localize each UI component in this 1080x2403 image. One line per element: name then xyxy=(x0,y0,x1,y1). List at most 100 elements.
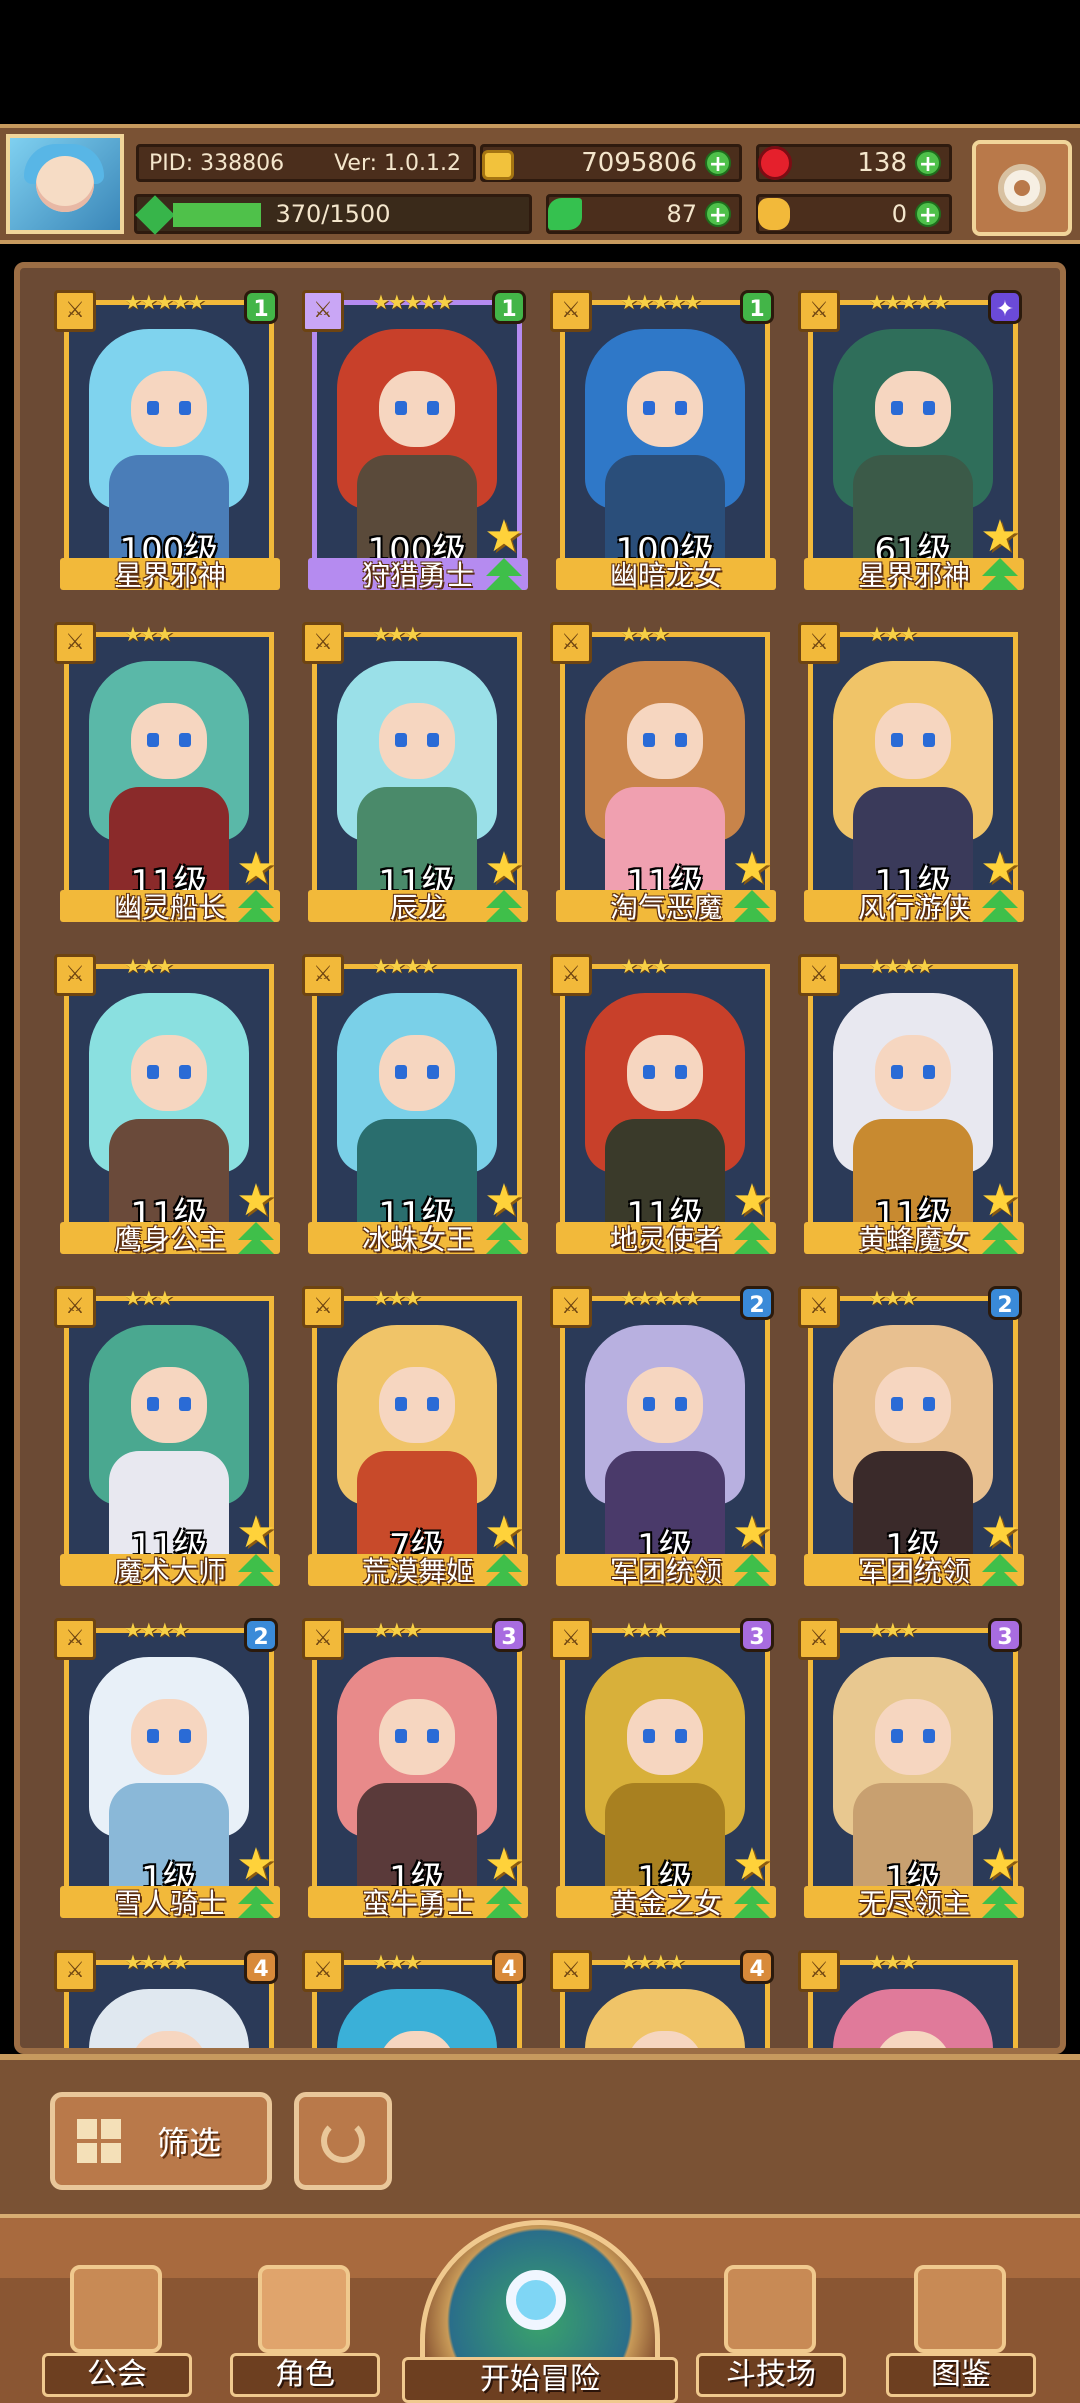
character-card[interactable]: 100级 ⚔ ★★★★★ 1 狩猎勇士 ★ xyxy=(302,290,528,596)
star-rating: ★★★★★ xyxy=(620,290,702,314)
player-id: PID: 338806 xyxy=(149,150,285,176)
character-card[interactable]: 1级 ⚔ ★★★★ 2 雪人骑士 ★ xyxy=(54,1618,280,1924)
star-rating: ★★★ xyxy=(124,622,174,646)
character-card[interactable]: ⚔ ★★★ 4 xyxy=(302,1950,528,2048)
rank-star-icon: ★ xyxy=(484,1839,524,1890)
portrait-eye xyxy=(395,1065,407,1079)
clover-amount: 87 xyxy=(666,200,697,228)
tier-badge: 2 xyxy=(244,1618,278,1652)
player-avatar[interactable] xyxy=(6,134,124,234)
portrait-face xyxy=(875,371,951,447)
star-rating: ★★★ xyxy=(620,622,670,646)
portrait-eye xyxy=(891,1729,903,1743)
add-potion-button[interactable]: + xyxy=(915,201,941,228)
character-card[interactable]: 7级 ⚔ ★★★ 荒漠舞姬 ★ xyxy=(302,1286,528,1592)
portrait-eye xyxy=(643,1397,655,1411)
character-card[interactable]: 11级 ⚔ ★★★ 魔术大师 ★ xyxy=(54,1286,280,1592)
portrait-face xyxy=(131,371,207,447)
upgrade-arrow-icon xyxy=(730,1886,774,1922)
weapon-type-icon: ⚔ xyxy=(798,1950,840,1992)
character-card[interactable]: 100级 ⚔ ★★★★★ 1 幽暗龙女 xyxy=(550,290,776,596)
portrait-eye xyxy=(395,1397,407,1411)
star-rating: ★★★ xyxy=(372,1618,422,1642)
nav-arena-label: 斗技场 xyxy=(696,2353,846,2397)
portrait-eye xyxy=(923,1729,935,1743)
refresh-icon xyxy=(321,2119,365,2163)
portrait-eye xyxy=(427,1729,439,1743)
character-card[interactable]: 11级 ⚔ ★★★ 鹰身公主 ★ xyxy=(54,954,280,1260)
rank-star-icon: ★ xyxy=(236,1839,276,1890)
weapon-type-icon: ⚔ xyxy=(798,290,840,332)
nav-adventure[interactable]: 开始冒险 xyxy=(402,2220,678,2403)
portrait-face xyxy=(627,1699,703,1775)
weapon-type-icon: ⚔ xyxy=(798,622,840,664)
portrait-eye xyxy=(675,401,687,415)
weapon-type-icon: ⚔ xyxy=(302,954,344,996)
portrait-eye xyxy=(147,1397,159,1411)
character-card[interactable]: 61级 ⚔ ★★★★★ ✦ 星界邪神 ★ xyxy=(798,290,1024,596)
settings-button[interactable] xyxy=(972,140,1072,236)
character-card[interactable]: ⚔ ★★★★ 4 xyxy=(54,1950,280,2048)
character-card[interactable]: 1级 ⚔ ★★★ 3 蛮牛勇士 ★ xyxy=(302,1618,528,1924)
portrait-face xyxy=(131,1035,207,1111)
tier-badge: 4 xyxy=(740,1950,774,1984)
nav-guild[interactable]: 公会 xyxy=(42,2237,192,2397)
portrait-eye xyxy=(147,401,159,415)
character-card[interactable]: 11级 ⚔ ★★★★ 黄蜂魔女 ★ xyxy=(798,954,1024,1260)
portrait-eye xyxy=(395,401,407,415)
portrait-face xyxy=(379,1699,455,1775)
refresh-button[interactable] xyxy=(294,2092,392,2190)
nav-character-label: 角色 xyxy=(230,2353,380,2397)
arena-icon xyxy=(724,2265,816,2353)
weapon-type-icon: ⚔ xyxy=(54,622,96,664)
character-card[interactable]: 1级 ⚔ ★★★★★ 2 军团统领 ★ xyxy=(550,1286,776,1592)
filter-button[interactable]: 筛选 xyxy=(50,2092,272,2190)
upgrade-arrow-icon xyxy=(482,558,526,594)
portrait-eye xyxy=(147,733,159,747)
xp-text: 370/1500 xyxy=(275,200,391,228)
nav-codex[interactable]: 图鉴 xyxy=(886,2237,1036,2397)
portrait-eye xyxy=(643,733,655,747)
character-card[interactable]: 11级 ⚔ ★★★★ 冰蛛女王 ★ xyxy=(302,954,528,1260)
star-rating: ★★★ xyxy=(868,1950,918,1974)
character-card[interactable]: 11级 ⚔ ★★★ 辰龙 ★ xyxy=(302,622,528,928)
character-card[interactable]: 11级 ⚔ ★★★ 淘气恶魔 ★ xyxy=(550,622,776,928)
add-clover-button[interactable]: + xyxy=(705,201,731,228)
character-portrait xyxy=(565,1965,765,2048)
star-rating: ★★★ xyxy=(372,622,422,646)
star-rating: ★★★ xyxy=(620,1618,670,1642)
portrait-eye xyxy=(643,401,655,415)
character-card[interactable]: ⚔ ★★★★ 4 xyxy=(550,1950,776,2048)
character-card[interactable]: 1级 ⚔ ★★★ 2 军团统领 ★ xyxy=(798,1286,1024,1592)
portrait-eye xyxy=(675,1065,687,1079)
portrait-eye xyxy=(923,1065,935,1079)
character-card[interactable]: 1级 ⚔ ★★★ 3 黄金之女 ★ xyxy=(550,1618,776,1924)
game-version: Ver: 1.0.1.2 xyxy=(334,150,461,176)
character-card[interactable]: 11级 ⚔ ★★★ 风行游侠 ★ xyxy=(798,622,1024,928)
character-list-panel[interactable]: 100级 ⚔ ★★★★★ 1 星界邪神 100级 ⚔ ★★★★★ 1 狩猎勇士 … xyxy=(14,262,1066,2054)
nav-character[interactable]: 角色 xyxy=(230,2237,380,2397)
portrait-eye xyxy=(923,1397,935,1411)
character-card[interactable]: 11级 ⚔ ★★★ 地灵使者 ★ xyxy=(550,954,776,1260)
character-card[interactable]: ⚔ ★★★ xyxy=(798,1950,1024,2048)
add-ruby-button[interactable]: + xyxy=(915,150,941,177)
portrait-eye xyxy=(923,733,935,747)
character-card[interactable]: 11级 ⚔ ★★★ 幽灵船长 ★ xyxy=(54,622,280,928)
weapon-type-icon: ⚔ xyxy=(550,290,592,332)
rank-star-icon: ★ xyxy=(980,843,1020,894)
nav-arena[interactable]: 斗技场 xyxy=(696,2237,846,2397)
rank-star-icon: ★ xyxy=(236,1175,276,1226)
star-rating: ★★★ xyxy=(372,1286,422,1310)
star-rating: ★★★★ xyxy=(372,954,438,978)
character-card[interactable]: 100级 ⚔ ★★★★★ 1 星界邪神 xyxy=(54,290,280,596)
portrait-eye xyxy=(427,401,439,415)
rank-star-icon: ★ xyxy=(484,843,524,894)
add-gold-button[interactable]: + xyxy=(705,150,731,177)
character-card[interactable]: 1级 ⚔ ★★★ 3 无尽领主 ★ xyxy=(798,1618,1024,1924)
portrait-eye xyxy=(643,1065,655,1079)
avatar-face xyxy=(36,156,94,212)
weapon-type-icon: ⚔ xyxy=(54,954,96,996)
portrait-face xyxy=(131,1367,207,1443)
gear-icon xyxy=(998,164,1046,212)
portrait-eye xyxy=(891,401,903,415)
